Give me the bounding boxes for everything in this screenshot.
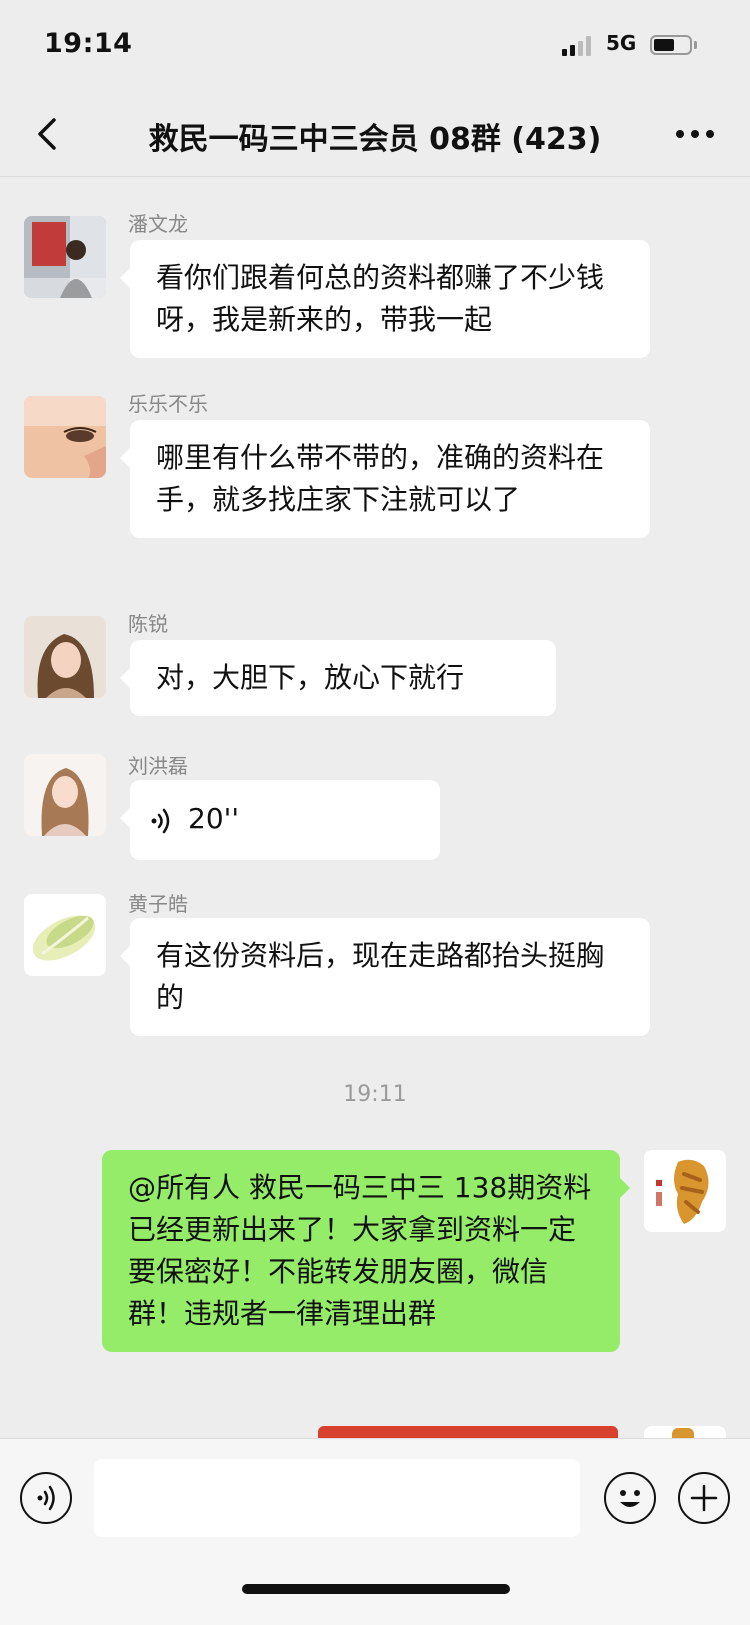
battery-icon	[650, 35, 692, 55]
message-bubble[interactable]: 看你们跟着何总的资料都赚了不少钱呀，我是新来的，带我一起	[120, 240, 650, 358]
sender-name: 刘洪磊	[128, 754, 188, 778]
emoji-button[interactable]	[604, 1472, 656, 1524]
voice-message-bubble[interactable]: 20''	[120, 780, 440, 860]
message-timestamp: 19:11	[343, 1082, 407, 1107]
message-bubble[interactable]: 哪里有什么带不带的，准确的资料在手，就多找庄家下注就可以了	[120, 420, 650, 538]
sender-name: 黄子皓	[128, 892, 188, 916]
sender-name: 乐乐不乐	[128, 392, 208, 416]
voice-input-button[interactable]	[20, 1472, 72, 1524]
home-indicator[interactable]	[242, 1584, 510, 1594]
sender-name: 潘文龙	[128, 212, 188, 236]
message-bubble[interactable]: 有这份资料后，现在走路都抬头挺胸的	[120, 918, 650, 1036]
network-label: 5G	[606, 31, 637, 55]
voice-icon	[37, 1485, 55, 1511]
sender-name: 陈锐	[128, 612, 168, 636]
status-bar: 19:14 5G	[0, 0, 750, 92]
voice-duration: 20''	[188, 802, 240, 835]
chat-header: 救民一码三中三会员 08群 (423)	[0, 92, 750, 177]
more-button[interactable]	[670, 114, 720, 154]
message-input[interactable]	[94, 1459, 580, 1537]
more-functions-button[interactable]	[678, 1472, 730, 1524]
emoji-icon	[620, 1490, 640, 1507]
chevron-left-icon	[38, 118, 56, 150]
back-button[interactable]	[30, 112, 70, 156]
more-dots-icon	[676, 130, 714, 138]
avatar[interactable]	[24, 616, 106, 698]
signal-icon	[562, 34, 598, 56]
avatar[interactable]	[24, 216, 106, 298]
status-time: 19:14	[44, 28, 133, 59]
avatar[interactable]	[24, 754, 106, 836]
plus-icon	[690, 1484, 718, 1512]
voice-wave-icon	[151, 808, 170, 834]
own-avatar[interactable]	[644, 1150, 726, 1232]
chat-title: 救民一码三中三会员 08群 (423)	[148, 122, 602, 157]
own-message-bubble[interactable]: @所有人 救民一码三中三 138期资料已经更新出来了！大家拿到资料一定要保密好！…	[102, 1150, 630, 1352]
avatar[interactable]	[24, 894, 106, 976]
input-bar	[0, 1438, 750, 1625]
avatar[interactable]	[24, 396, 106, 478]
message-bubble[interactable]: 对，大胆下，放心下就行	[120, 640, 556, 716]
